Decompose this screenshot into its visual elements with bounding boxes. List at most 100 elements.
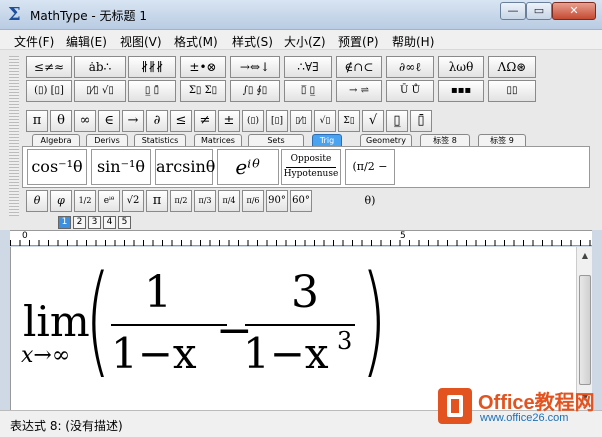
template-arcsin-inverse[interactable]: sin⁻¹θ bbox=[91, 149, 151, 185]
title-bar: Σ MathType - 无标题 1 — ▭ ✕ bbox=[0, 0, 602, 30]
small-euler[interactable]: eⁱᶿ bbox=[98, 190, 120, 212]
template-arccos[interactable]: cos⁻¹θ bbox=[27, 149, 87, 185]
small-pi-quarter[interactable]: π/4 bbox=[218, 190, 240, 212]
palette-matrices[interactable]: ▪▪▪ bbox=[438, 80, 484, 102]
tab-label-9[interactable]: 标签 9 bbox=[478, 134, 526, 146]
symbol-sqrt[interactable]: √▯ bbox=[314, 110, 336, 132]
palette-integrals[interactable]: ∫▯ ∮▯ bbox=[230, 80, 280, 102]
tab-label-8[interactable]: 标签 8 bbox=[420, 134, 470, 146]
symbol-fraction[interactable]: ▯⁄▯ bbox=[290, 110, 312, 132]
watermark-url: www.office26.com bbox=[480, 412, 569, 424]
palette-fractions-radicals[interactable]: ▯⁄▯ √▯ bbox=[74, 80, 126, 102]
menu-style[interactable]: 样式(S) bbox=[232, 33, 273, 50]
menu-bar: 文件(F) 编辑(E) 视图(V) 格式(M) 样式(S) 大小(Z) 预置(P… bbox=[0, 30, 602, 50]
small-90-degrees[interactable]: 90° bbox=[266, 190, 288, 212]
tab-sets[interactable]: Sets bbox=[248, 134, 304, 146]
template-opposite-hypotenuse[interactable]: Opposite Hypotenuse bbox=[281, 149, 341, 185]
symbol-arrow[interactable]: → bbox=[122, 110, 144, 132]
trig-small-bar: θ φ 1/2 eⁱᶿ √2 π π/2 π/3 π/4 π/6 90° 60° bbox=[22, 190, 590, 212]
symbol-parens[interactable]: (▯) bbox=[242, 110, 264, 132]
numerator-1: 1 bbox=[144, 267, 172, 318]
tab-statistics[interactable]: Statistics bbox=[134, 134, 186, 146]
small-theta[interactable]: θ bbox=[26, 190, 48, 212]
small-sqrt2[interactable]: √2 bbox=[122, 190, 144, 212]
symbol-infinity[interactable]: ∞ bbox=[74, 110, 96, 132]
palette-products[interactable]: Ū Ů bbox=[386, 80, 434, 102]
palette-spaces[interactable]: ȧb∴ bbox=[74, 56, 126, 78]
palette-logic[interactable]: ∴∀∃ bbox=[284, 56, 332, 78]
minimize-button[interactable]: — bbox=[500, 2, 526, 20]
symbol-overbar[interactable]: ▯̄ bbox=[410, 110, 432, 132]
small-tab-1[interactable]: 1 bbox=[58, 216, 71, 229]
toolbar-grip[interactable] bbox=[9, 56, 19, 216]
small-60-degrees[interactable]: 60° bbox=[290, 190, 312, 212]
palette-labeled-arrows[interactable]: → ⇌ bbox=[336, 80, 382, 102]
template-arcsin[interactable]: arcsinθ bbox=[155, 149, 215, 185]
small-pi-sixth[interactable]: π/6 bbox=[242, 190, 264, 212]
limit-subscript: x→∞ bbox=[21, 343, 71, 368]
scroll-thumb[interactable] bbox=[579, 275, 591, 385]
template-euler[interactable]: eⁱᶿ bbox=[217, 149, 279, 185]
symbol-subscript[interactable]: ▯̲ bbox=[386, 110, 408, 132]
symbol-leq[interactable]: ≤ bbox=[170, 110, 192, 132]
symbol-partial[interactable]: ∂ bbox=[146, 110, 168, 132]
tab-derivs[interactable]: Derivs bbox=[86, 134, 128, 146]
palette-misc[interactable]: ∂∞ℓ bbox=[386, 56, 434, 78]
tab-algebra[interactable]: Algebra bbox=[32, 134, 80, 146]
palette-greek-upper[interactable]: ΛΩ⊛ bbox=[488, 56, 536, 78]
small-tab-5[interactable]: 5 bbox=[118, 216, 131, 229]
palette-bars[interactable]: ▯̅ ▯̲ bbox=[284, 80, 332, 102]
palette-set-theory[interactable]: ∉∩⊂ bbox=[336, 56, 382, 78]
menu-preferences[interactable]: 预置(P) bbox=[338, 33, 379, 50]
right-paren: ) bbox=[361, 251, 387, 390]
ruler[interactable]: 0 5 bbox=[10, 230, 592, 246]
palette-operators[interactable]: ±•⊗ bbox=[180, 56, 226, 78]
limit-operator: lim bbox=[23, 297, 90, 346]
menu-view[interactable]: 视图(V) bbox=[120, 33, 162, 50]
menu-edit[interactable]: 编辑(E) bbox=[66, 33, 107, 50]
tab-trig[interactable]: Trig bbox=[312, 134, 342, 146]
tab-geometry[interactable]: Geometry bbox=[360, 134, 412, 146]
menu-help[interactable]: 帮助(H) bbox=[392, 33, 434, 50]
scroll-up-icon[interactable]: ▲ bbox=[579, 251, 591, 263]
office-logo-icon bbox=[438, 388, 472, 424]
palette-boxes[interactable]: ▯▯ bbox=[488, 80, 536, 102]
small-tab-3[interactable]: 3 bbox=[88, 216, 101, 229]
palette-subscripts[interactable]: ▯̲ ▯̄ bbox=[128, 80, 176, 102]
small-tab-2[interactable]: 2 bbox=[73, 216, 86, 229]
close-button[interactable]: ✕ bbox=[552, 2, 596, 20]
template-complement-angle[interactable]: (π/2 − θ) bbox=[345, 149, 395, 207]
symbol-brackets[interactable]: [▯] bbox=[266, 110, 288, 132]
symbol-pi[interactable]: π bbox=[26, 110, 48, 132]
small-tab-4[interactable]: 4 bbox=[103, 216, 116, 229]
menu-size[interactable]: 大小(Z) bbox=[284, 33, 326, 50]
small-pi-third[interactable]: π/3 bbox=[194, 190, 216, 212]
ruler-label-5: 5 bbox=[400, 231, 406, 241]
menu-format[interactable]: 格式(M) bbox=[174, 33, 218, 50]
symbol-plus-minus[interactable]: ± bbox=[218, 110, 240, 132]
denominator-2: 1−x bbox=[243, 329, 329, 378]
small-pi[interactable]: π bbox=[146, 190, 168, 212]
symbol-element-of[interactable]: ∈ bbox=[98, 110, 120, 132]
small-phi[interactable]: φ bbox=[50, 190, 72, 212]
menu-file[interactable]: 文件(F) bbox=[14, 33, 54, 50]
palette-relations[interactable]: ≤≠≈ bbox=[26, 56, 72, 78]
maximize-button[interactable]: ▭ bbox=[526, 2, 552, 20]
symbol-sum[interactable]: Σ▯ bbox=[338, 110, 360, 132]
tab-matrices[interactable]: Matrices bbox=[194, 134, 242, 146]
ruler-label-0: 0 bbox=[22, 231, 28, 241]
denominator-1: 1−x bbox=[111, 329, 197, 378]
palette-arrows[interactable]: →⇔↓ bbox=[230, 56, 280, 78]
symbol-neq[interactable]: ≠ bbox=[194, 110, 216, 132]
palette-fences[interactable]: (▯) [▯] bbox=[26, 80, 72, 102]
symbol-radical[interactable]: √ bbox=[362, 110, 384, 132]
small-half[interactable]: 1/2 bbox=[74, 190, 96, 212]
watermark: Office教程网 www.office26.com bbox=[438, 386, 602, 430]
symbol-theta[interactable]: θ bbox=[50, 110, 72, 132]
palette-summations[interactable]: Σ▯ Σ▯ bbox=[180, 80, 226, 102]
watermark-title: Office教程网 bbox=[478, 392, 595, 414]
palette-embellishments[interactable]: ∦∦∦ bbox=[128, 56, 176, 78]
small-pi-half[interactable]: π/2 bbox=[170, 190, 192, 212]
exponent: 3 bbox=[337, 327, 353, 355]
palette-greek-lower[interactable]: λωθ bbox=[438, 56, 484, 78]
